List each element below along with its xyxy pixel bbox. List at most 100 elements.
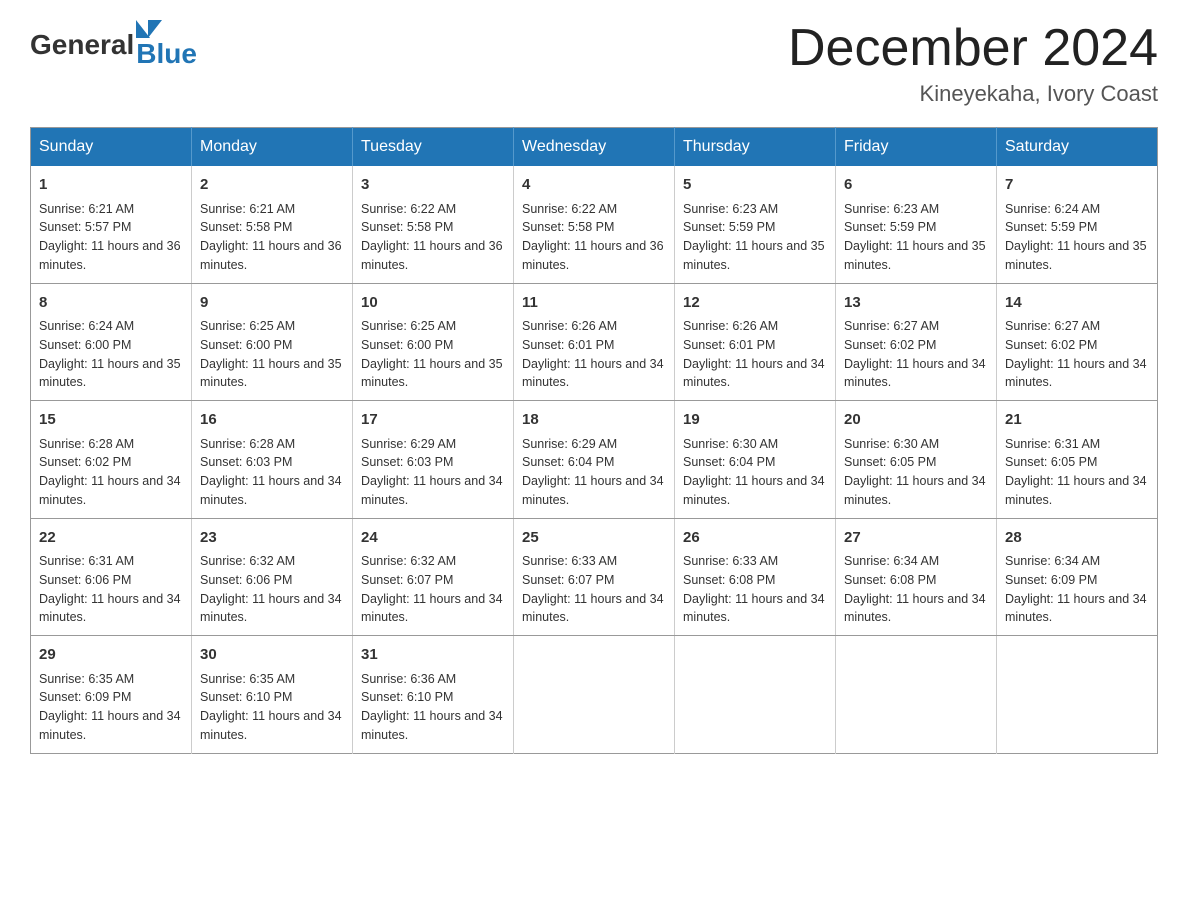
day-info: Sunrise: 6:30 AMSunset: 6:05 PMDaylight:… (844, 437, 986, 507)
day-number: 22 (39, 527, 183, 550)
calendar-week-row: 29 Sunrise: 6:35 AMSunset: 6:09 PMDaylig… (31, 636, 1158, 754)
header-sunday: Sunday (31, 128, 192, 167)
day-number: 5 (683, 174, 827, 197)
day-number: 24 (361, 527, 505, 550)
month-title: December 2024 (788, 20, 1158, 77)
day-info: Sunrise: 6:34 AMSunset: 6:09 PMDaylight:… (1005, 554, 1147, 624)
table-row: 20 Sunrise: 6:30 AMSunset: 6:05 PMDaylig… (836, 401, 997, 519)
table-row: 3 Sunrise: 6:22 AMSunset: 5:58 PMDayligh… (353, 166, 514, 283)
day-number: 15 (39, 409, 183, 432)
day-info: Sunrise: 6:29 AMSunset: 6:03 PMDaylight:… (361, 437, 503, 507)
logo: General Blue (30, 20, 197, 70)
table-row: 30 Sunrise: 6:35 AMSunset: 6:10 PMDaylig… (192, 636, 353, 754)
day-number: 10 (361, 292, 505, 315)
day-info: Sunrise: 6:24 AMSunset: 5:59 PMDaylight:… (1005, 202, 1147, 272)
calendar-header-row: Sunday Monday Tuesday Wednesday Thursday… (31, 128, 1158, 167)
day-info: Sunrise: 6:30 AMSunset: 6:04 PMDaylight:… (683, 437, 825, 507)
table-row: 16 Sunrise: 6:28 AMSunset: 6:03 PMDaylig… (192, 401, 353, 519)
day-info: Sunrise: 6:22 AMSunset: 5:58 PMDaylight:… (361, 202, 503, 272)
header-tuesday: Tuesday (353, 128, 514, 167)
day-info: Sunrise: 6:22 AMSunset: 5:58 PMDaylight:… (522, 202, 664, 272)
day-number: 16 (200, 409, 344, 432)
day-info: Sunrise: 6:28 AMSunset: 6:02 PMDaylight:… (39, 437, 181, 507)
table-row: 6 Sunrise: 6:23 AMSunset: 5:59 PMDayligh… (836, 166, 997, 283)
day-info: Sunrise: 6:23 AMSunset: 5:59 PMDaylight:… (844, 202, 986, 272)
day-info: Sunrise: 6:27 AMSunset: 6:02 PMDaylight:… (1005, 319, 1147, 389)
day-number: 3 (361, 174, 505, 197)
day-number: 1 (39, 174, 183, 197)
day-info: Sunrise: 6:27 AMSunset: 6:02 PMDaylight:… (844, 319, 986, 389)
table-row (836, 636, 997, 754)
calendar-week-row: 15 Sunrise: 6:28 AMSunset: 6:02 PMDaylig… (31, 401, 1158, 519)
day-number: 4 (522, 174, 666, 197)
table-row: 31 Sunrise: 6:36 AMSunset: 6:10 PMDaylig… (353, 636, 514, 754)
page-header: General Blue December 2024 Kineyekaha, I… (30, 20, 1158, 107)
header-friday: Friday (836, 128, 997, 167)
day-number: 25 (522, 527, 666, 550)
table-row: 21 Sunrise: 6:31 AMSunset: 6:05 PMDaylig… (997, 401, 1158, 519)
table-row: 18 Sunrise: 6:29 AMSunset: 6:04 PMDaylig… (514, 401, 675, 519)
table-row: 23 Sunrise: 6:32 AMSunset: 6:06 PMDaylig… (192, 518, 353, 636)
day-info: Sunrise: 6:28 AMSunset: 6:03 PMDaylight:… (200, 437, 342, 507)
table-row: 22 Sunrise: 6:31 AMSunset: 6:06 PMDaylig… (31, 518, 192, 636)
header-monday: Monday (192, 128, 353, 167)
day-info: Sunrise: 6:26 AMSunset: 6:01 PMDaylight:… (683, 319, 825, 389)
table-row: 2 Sunrise: 6:21 AMSunset: 5:58 PMDayligh… (192, 166, 353, 283)
day-number: 21 (1005, 409, 1149, 432)
day-info: Sunrise: 6:32 AMSunset: 6:06 PMDaylight:… (200, 554, 342, 624)
day-number: 6 (844, 174, 988, 197)
day-info: Sunrise: 6:31 AMSunset: 6:06 PMDaylight:… (39, 554, 181, 624)
table-row: 19 Sunrise: 6:30 AMSunset: 6:04 PMDaylig… (675, 401, 836, 519)
day-info: Sunrise: 6:31 AMSunset: 6:05 PMDaylight:… (1005, 437, 1147, 507)
day-info: Sunrise: 6:33 AMSunset: 6:08 PMDaylight:… (683, 554, 825, 624)
day-number: 28 (1005, 527, 1149, 550)
day-number: 7 (1005, 174, 1149, 197)
day-info: Sunrise: 6:36 AMSunset: 6:10 PMDaylight:… (361, 672, 503, 742)
header-wednesday: Wednesday (514, 128, 675, 167)
table-row: 15 Sunrise: 6:28 AMSunset: 6:02 PMDaylig… (31, 401, 192, 519)
day-info: Sunrise: 6:26 AMSunset: 6:01 PMDaylight:… (522, 319, 664, 389)
table-row: 1 Sunrise: 6:21 AMSunset: 5:57 PMDayligh… (31, 166, 192, 283)
day-info: Sunrise: 6:35 AMSunset: 6:09 PMDaylight:… (39, 672, 181, 742)
table-row: 9 Sunrise: 6:25 AMSunset: 6:00 PMDayligh… (192, 283, 353, 401)
day-number: 30 (200, 644, 344, 667)
day-number: 23 (200, 527, 344, 550)
day-number: 26 (683, 527, 827, 550)
day-number: 14 (1005, 292, 1149, 315)
day-info: Sunrise: 6:29 AMSunset: 6:04 PMDaylight:… (522, 437, 664, 507)
day-info: Sunrise: 6:25 AMSunset: 6:00 PMDaylight:… (200, 319, 342, 389)
calendar-week-row: 1 Sunrise: 6:21 AMSunset: 5:57 PMDayligh… (31, 166, 1158, 283)
day-number: 9 (200, 292, 344, 315)
table-row (514, 636, 675, 754)
table-row: 5 Sunrise: 6:23 AMSunset: 5:59 PMDayligh… (675, 166, 836, 283)
day-info: Sunrise: 6:32 AMSunset: 6:07 PMDaylight:… (361, 554, 503, 624)
day-number: 17 (361, 409, 505, 432)
day-number: 2 (200, 174, 344, 197)
day-info: Sunrise: 6:34 AMSunset: 6:08 PMDaylight:… (844, 554, 986, 624)
day-info: Sunrise: 6:23 AMSunset: 5:59 PMDaylight:… (683, 202, 825, 272)
table-row: 26 Sunrise: 6:33 AMSunset: 6:08 PMDaylig… (675, 518, 836, 636)
calendar-week-row: 22 Sunrise: 6:31 AMSunset: 6:06 PMDaylig… (31, 518, 1158, 636)
table-row: 11 Sunrise: 6:26 AMSunset: 6:01 PMDaylig… (514, 283, 675, 401)
table-row: 8 Sunrise: 6:24 AMSunset: 6:00 PMDayligh… (31, 283, 192, 401)
table-row: 7 Sunrise: 6:24 AMSunset: 5:59 PMDayligh… (997, 166, 1158, 283)
calendar-week-row: 8 Sunrise: 6:24 AMSunset: 6:00 PMDayligh… (31, 283, 1158, 401)
day-info: Sunrise: 6:33 AMSunset: 6:07 PMDaylight:… (522, 554, 664, 624)
day-number: 8 (39, 292, 183, 315)
table-row: 17 Sunrise: 6:29 AMSunset: 6:03 PMDaylig… (353, 401, 514, 519)
day-info: Sunrise: 6:24 AMSunset: 6:00 PMDaylight:… (39, 319, 181, 389)
day-number: 12 (683, 292, 827, 315)
calendar-table: Sunday Monday Tuesday Wednesday Thursday… (30, 127, 1158, 754)
day-info: Sunrise: 6:25 AMSunset: 6:00 PMDaylight:… (361, 319, 503, 389)
table-row: 28 Sunrise: 6:34 AMSunset: 6:09 PMDaylig… (997, 518, 1158, 636)
table-row: 14 Sunrise: 6:27 AMSunset: 6:02 PMDaylig… (997, 283, 1158, 401)
logo-general-text: General (30, 29, 134, 61)
day-number: 29 (39, 644, 183, 667)
day-info: Sunrise: 6:21 AMSunset: 5:58 PMDaylight:… (200, 202, 342, 272)
day-number: 13 (844, 292, 988, 315)
day-number: 31 (361, 644, 505, 667)
table-row: 29 Sunrise: 6:35 AMSunset: 6:09 PMDaylig… (31, 636, 192, 754)
table-row: 24 Sunrise: 6:32 AMSunset: 6:07 PMDaylig… (353, 518, 514, 636)
header-thursday: Thursday (675, 128, 836, 167)
table-row: 12 Sunrise: 6:26 AMSunset: 6:01 PMDaylig… (675, 283, 836, 401)
